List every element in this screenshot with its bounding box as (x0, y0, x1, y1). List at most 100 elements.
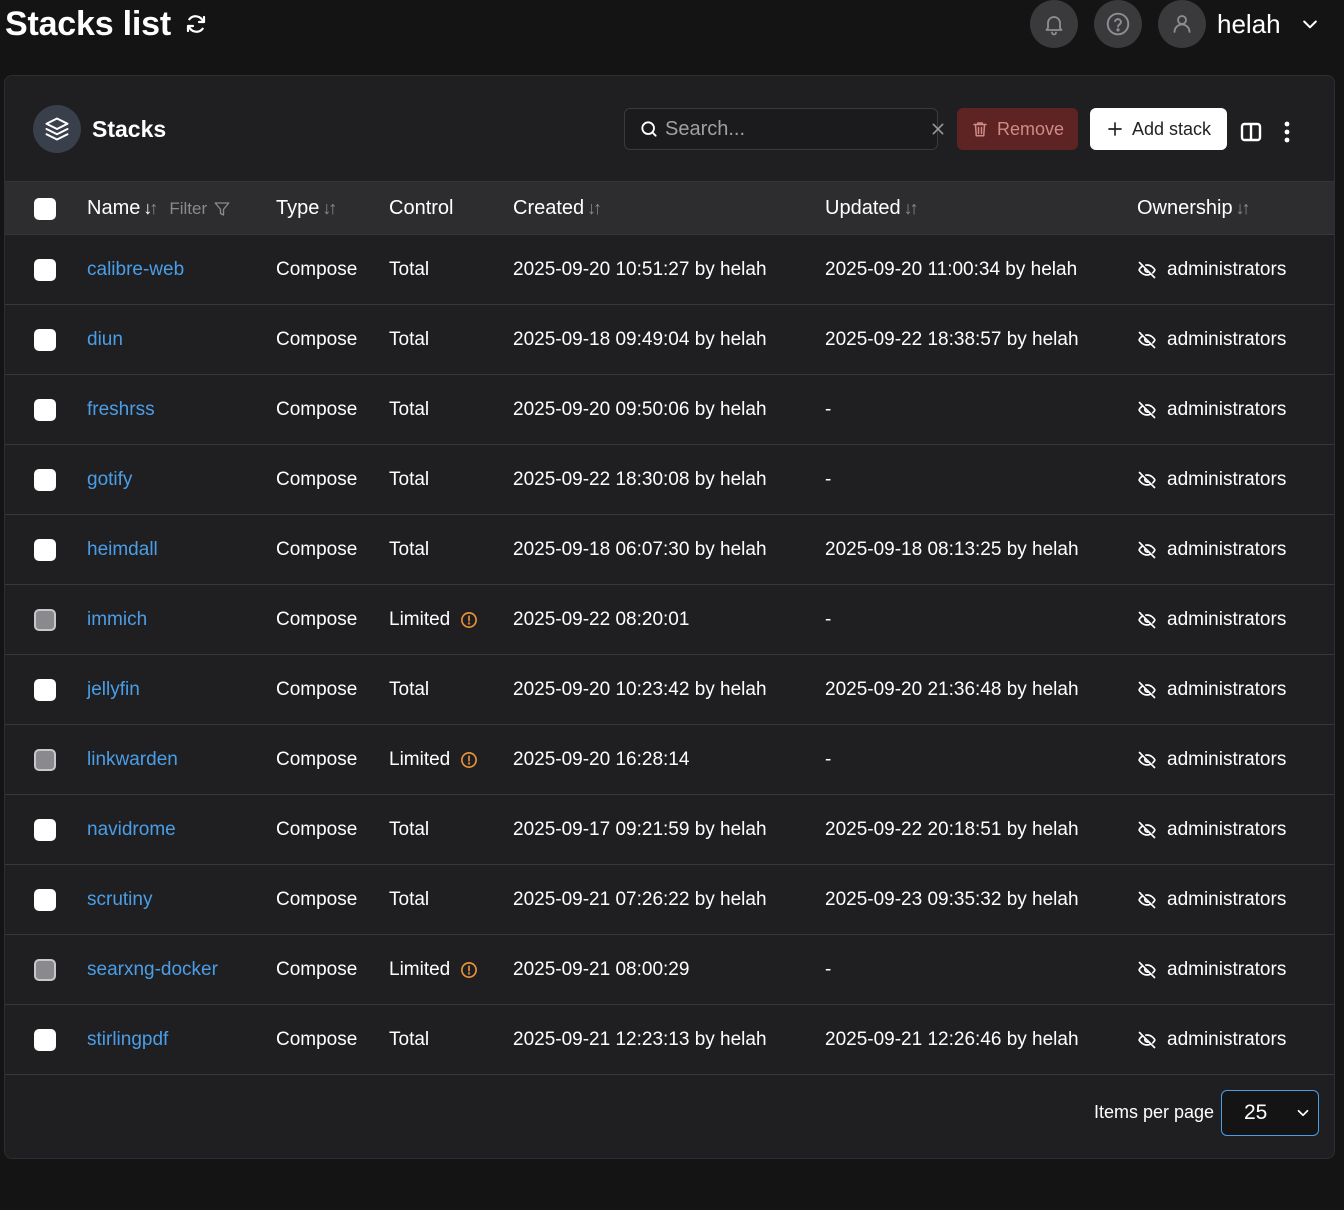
refresh-icon[interactable] (183, 11, 209, 37)
sort-icon[interactable]: ↓↑ (1236, 198, 1251, 219)
row-select-cell (34, 445, 56, 515)
col-name[interactable]: Name ↓↑ Filter (87, 182, 231, 235)
stack-name-cell: jellyfin (87, 655, 140, 725)
row-checkbox[interactable] (34, 609, 56, 631)
table-row[interactable]: scrutiny Compose Total 2025-09-21 07:26:… (5, 864, 1334, 934)
sort-icon[interactable]: ↓↑ (143, 198, 158, 219)
add-stack-button[interactable]: Add stack (1090, 108, 1227, 150)
sort-icon[interactable]: ↓↑ (904, 198, 919, 219)
table-row[interactable]: gotify Compose Total 2025-09-22 18:30:08… (5, 444, 1334, 514)
stack-name-link[interactable]: diun (87, 329, 123, 351)
kebab-icon[interactable] (1277, 119, 1297, 145)
items-per-page-select[interactable]: 25 (1221, 1090, 1319, 1136)
stack-ownership: administrators (1167, 259, 1287, 280)
stack-name-link[interactable]: navidrome (87, 819, 176, 841)
filter-button[interactable]: Filter (169, 199, 231, 219)
col-created[interactable]: Created ↓↑ (513, 182, 602, 235)
stack-updated: - (825, 959, 832, 980)
bell-icon (1045, 16, 1063, 36)
stack-name-link[interactable]: heimdall (87, 539, 158, 561)
table-row[interactable]: navidrome Compose Total 2025-09-17 09:21… (5, 794, 1334, 864)
warning-icon[interactable] (460, 961, 478, 979)
stack-name-link[interactable]: calibre-web (87, 259, 184, 281)
stack-ownership: administrators (1167, 609, 1287, 630)
table-row[interactable]: heimdall Compose Total 2025-09-18 06:07:… (5, 514, 1334, 584)
columns-icon[interactable] (1238, 119, 1264, 145)
stack-ownership: administrators (1167, 819, 1287, 840)
row-checkbox[interactable] (34, 469, 56, 491)
stack-name-link[interactable]: jellyfin (87, 679, 140, 701)
stack-created: 2025-09-20 16:28:14 (513, 749, 690, 770)
row-checkbox[interactable] (34, 399, 56, 421)
select-all-cell (34, 182, 56, 235)
stack-name-link[interactable]: stirlingpdf (87, 1029, 168, 1051)
stack-type: Compose (276, 1029, 358, 1050)
chevron-down-icon[interactable] (1298, 12, 1322, 36)
sort-icon[interactable]: ↓↑ (587, 198, 602, 219)
table-row[interactable]: diun Compose Total 2025-09-18 09:49:04 b… (5, 304, 1334, 374)
select-all-checkbox[interactable] (34, 197, 56, 220)
warning-icon[interactable] (460, 611, 478, 629)
remove-label: Remove (996, 118, 1065, 139)
stack-name-link[interactable]: gotify (87, 469, 132, 491)
stack-ownership-cell: administrators (1137, 515, 1286, 585)
table-row[interactable]: searxng-docker Compose Limited 2025-09-2… (5, 934, 1334, 1004)
warning-icon[interactable] (460, 751, 478, 769)
table-row[interactable]: calibre-web Compose Total 2025-09-20 10:… (5, 234, 1334, 304)
stack-created: 2025-09-22 08:20:01 (513, 609, 690, 630)
stack-updated: 2025-09-21 12:26:46 by helah (825, 1029, 1079, 1050)
stack-name-link[interactable]: immich (87, 609, 147, 631)
row-checkbox[interactable] (34, 819, 56, 841)
stack-name-link[interactable]: linkwarden (87, 749, 178, 771)
sort-icon[interactable]: ↓↑ (322, 198, 337, 219)
row-checkbox[interactable] (34, 329, 56, 351)
row-checkbox[interactable] (34, 959, 56, 981)
col-ownership[interactable]: Ownership ↓↑ (1137, 182, 1251, 235)
stack-name-link[interactable]: freshrss (87, 399, 155, 421)
stack-updated: - (825, 749, 832, 770)
row-checkbox[interactable] (34, 889, 56, 911)
top-bar: Stacks list helah (0, 0, 1344, 60)
stack-control: Total (389, 539, 430, 560)
table-row[interactable]: stirlingpdf Compose Total 2025-09-21 12:… (5, 1004, 1334, 1074)
stack-ownership-cell: administrators (1137, 655, 1286, 725)
remove-button[interactable]: Remove (957, 108, 1078, 150)
help-icon (1106, 12, 1130, 36)
table-row[interactable]: immich Compose Limited 2025-09-22 08:20:… (5, 584, 1334, 654)
col-control: Control (389, 182, 453, 235)
stack-type: Compose (276, 749, 358, 770)
stack-created: 2025-09-20 09:50:06 by helah (513, 399, 767, 420)
notifications-button[interactable] (1030, 0, 1078, 48)
table-row[interactable]: freshrss Compose Total 2025-09-20 09:50:… (5, 374, 1334, 444)
stack-control-cell: Limited (389, 585, 478, 655)
col-updated[interactable]: Updated ↓↑ (825, 182, 919, 235)
stack-control-cell: Total (389, 515, 429, 585)
search-input[interactable] (665, 117, 930, 141)
user-avatar[interactable] (1158, 0, 1206, 48)
stack-name-link[interactable]: searxng-docker (87, 959, 218, 981)
row-checkbox[interactable] (34, 539, 56, 561)
stack-type: Compose (276, 959, 358, 980)
row-checkbox[interactable] (34, 679, 56, 701)
stack-name-link[interactable]: scrutiny (87, 889, 152, 911)
row-checkbox[interactable] (34, 1029, 56, 1051)
table-row[interactable]: jellyfin Compose Total 2025-09-20 10:23:… (5, 654, 1334, 724)
stack-control: Total (389, 1029, 430, 1050)
row-select-cell (34, 935, 56, 1005)
stacks-table: Name ↓↑ Filter Type ↓↑ Control Created ↓… (5, 181, 1334, 1074)
row-select-cell (34, 795, 56, 865)
user-name[interactable]: helah (1217, 8, 1281, 40)
help-button[interactable] (1094, 0, 1142, 48)
table-row[interactable]: linkwarden Compose Limited 2025-09-20 16… (5, 724, 1334, 794)
user-icon (1173, 15, 1191, 33)
col-name-label: Name (87, 197, 141, 219)
stack-ownership-cell: administrators (1137, 935, 1286, 1005)
eye-off-icon (1137, 470, 1157, 490)
page-title-wrap: Stacks list (5, 4, 209, 44)
stack-ownership-cell: administrators (1137, 1005, 1286, 1075)
col-type[interactable]: Type ↓↑ (276, 182, 337, 235)
eye-off-icon (1137, 1030, 1157, 1050)
close-icon[interactable] (930, 112, 946, 146)
row-checkbox[interactable] (34, 749, 56, 771)
row-checkbox[interactable] (34, 259, 56, 281)
